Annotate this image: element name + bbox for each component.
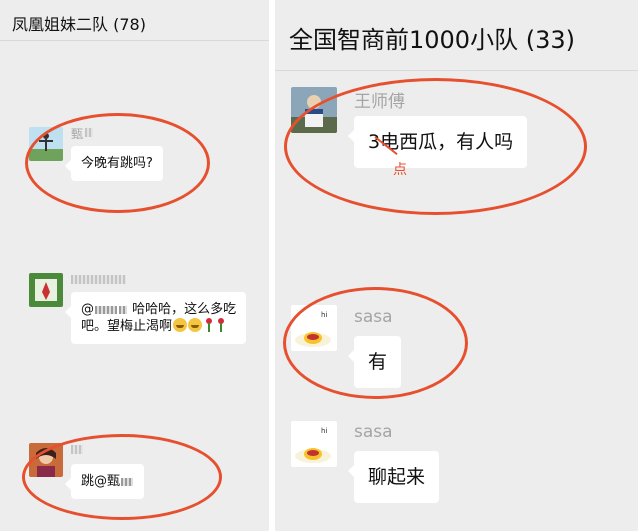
left-chat-title: 凤凰姐妹二队 (78) <box>12 15 146 34</box>
annotation-circle <box>25 113 210 213</box>
rose-icon <box>204 318 214 332</box>
message-text: 吧。望梅止渴啊 <box>81 319 173 334</box>
message-bubble[interactable]: @ 哈哈哈，这么多吃 吧。望梅止渴啊 <box>64 292 247 344</box>
right-chat-header: 全国智商前1000小队 (33) <box>275 0 638 71</box>
message-bubble[interactable]: 聊起来 <box>347 451 440 503</box>
blurred-mention <box>119 305 127 314</box>
annotation-circle <box>284 78 587 215</box>
annotation-circle <box>22 434 222 520</box>
sender-name: sasa <box>354 422 393 442</box>
rose-icon <box>216 318 226 332</box>
right-chat-panel: 全国智商前1000小队 (33) 王师傅 3电西瓜，有人吗 点 hi sasa … <box>275 0 638 531</box>
svg-text:hi: hi <box>321 427 327 435</box>
blurred-mention <box>95 305 117 314</box>
laugh-emoji-icon <box>173 318 188 332</box>
blurred-name <box>71 275 126 284</box>
avatar[interactable]: hi <box>291 421 337 467</box>
avatar[interactable] <box>29 273 63 307</box>
mention-symbol: @ <box>81 302 94 317</box>
right-chat-title: 全国智商前1000小队 (33) <box>289 26 575 54</box>
message-text: 哈哈哈，这么多吃 <box>132 302 237 317</box>
message-text: 聊起来 <box>368 466 426 488</box>
laugh-emoji-icon <box>188 318 203 332</box>
left-chat-panel: 凤凰姐妹二队 (78) 甄 今晚有跳吗? @ 哈哈哈，这么多吃 吧。望梅止渴啊 <box>0 0 269 531</box>
left-chat-header: 凤凰姐妹二队 (78) <box>0 0 269 41</box>
annotation-circle <box>283 287 468 399</box>
message-line: 吧。望梅止渴啊 <box>81 318 236 335</box>
message-line: @ 哈哈哈，这么多吃 <box>81 301 236 318</box>
